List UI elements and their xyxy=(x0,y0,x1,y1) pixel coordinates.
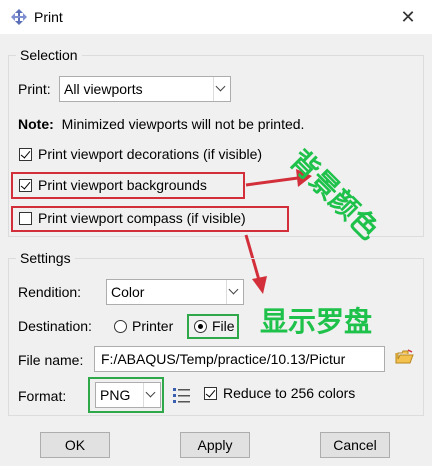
destination-label: Destination: xyxy=(18,318,92,334)
filename-input[interactable]: F:/ABAQUS/Temp/practice/10.13/Pictur xyxy=(94,346,385,372)
arrow-to-background-annotation xyxy=(245,176,299,187)
format-label: Format: xyxy=(18,388,67,404)
chevron-down-icon[interactable] xyxy=(226,280,243,304)
rendition-label: Rendition: xyxy=(18,284,82,300)
format-options-icon[interactable] xyxy=(172,386,192,404)
reduce-colors-label[interactable]: Reduce to 256 colors xyxy=(223,385,355,401)
ok-button[interactable]: OK xyxy=(40,432,110,458)
format-select[interactable]: PNG xyxy=(95,382,161,408)
printer-radio[interactable] xyxy=(114,320,127,333)
filename-value: F:/ABAQUS/Temp/practice/10.13/Pictur xyxy=(101,351,346,367)
apply-button[interactable]: Apply xyxy=(180,432,250,458)
chevron-down-icon[interactable] xyxy=(143,383,160,407)
filename-label: File name: xyxy=(18,352,84,368)
rendition-select[interactable]: Color xyxy=(106,279,244,305)
printer-label[interactable]: Printer xyxy=(132,318,173,334)
reduce-colors-checkbox[interactable] xyxy=(204,387,217,400)
file-radio[interactable] xyxy=(194,320,207,333)
annotation-background-color: 背景颜色 xyxy=(283,144,432,248)
settings-legend: Settings xyxy=(16,250,75,266)
file-label[interactable]: File xyxy=(212,318,235,334)
annotation-show-compass: 显示罗盘 xyxy=(260,305,373,338)
rendition-select-value: Color xyxy=(111,284,145,300)
folder-icon[interactable] xyxy=(395,348,415,366)
cancel-button[interactable]: Cancel xyxy=(320,432,390,458)
format-select-value: PNG xyxy=(100,387,131,403)
